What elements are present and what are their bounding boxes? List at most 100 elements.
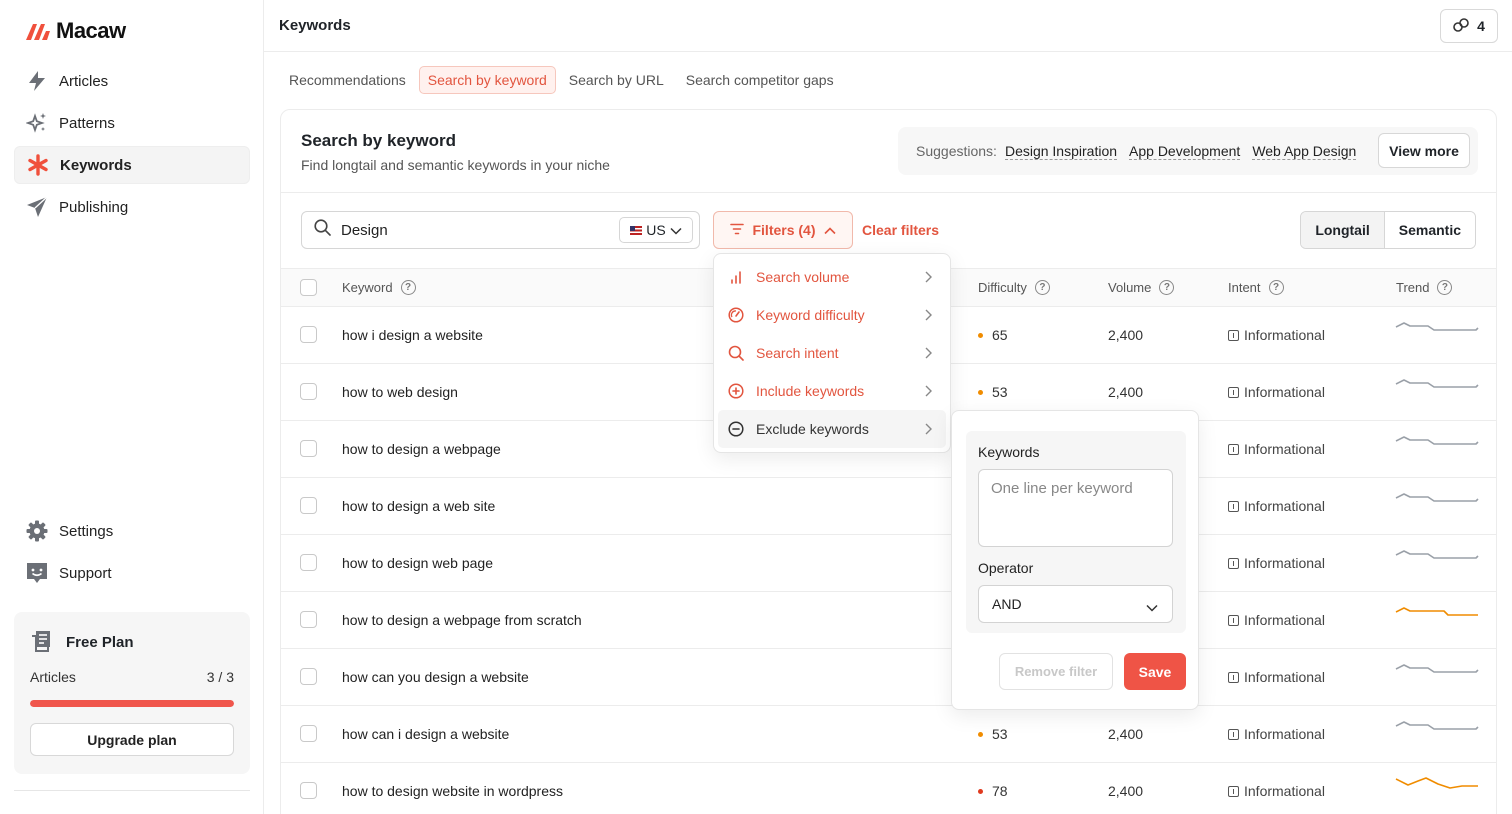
keyword-cell[interactable]: how can you design a website bbox=[342, 669, 529, 685]
filters-button[interactable]: Filters (4) bbox=[713, 211, 853, 249]
table-row[interactable]: how to design website in wordpress 78 2,40… bbox=[281, 763, 1496, 814]
sidebar-item-publishing[interactable]: Publishing bbox=[14, 188, 250, 226]
keyword-cell[interactable]: how to design website in wordpress bbox=[342, 783, 563, 799]
sidebar-item-settings[interactable]: Settings bbox=[14, 512, 250, 550]
longtail-button[interactable]: Longtail bbox=[1301, 212, 1385, 248]
keyword-cell[interactable]: how to design a webpage bbox=[342, 441, 501, 457]
keyword-cell[interactable]: how to design a web site bbox=[342, 498, 495, 514]
trend-sparkline bbox=[1395, 493, 1479, 502]
intent-cell: Informational bbox=[1228, 783, 1325, 799]
keyword-cell[interactable]: how to design a webpage from scratch bbox=[342, 612, 582, 628]
filter-label: Exclude keywords bbox=[756, 421, 869, 437]
sidebar-item-articles[interactable]: Articles bbox=[14, 62, 250, 100]
table-row[interactable]: how can i design a website 53 2,400 Informa… bbox=[281, 706, 1496, 763]
filter-search-intent[interactable]: Search intent bbox=[718, 334, 946, 372]
search-icon bbox=[314, 219, 331, 241]
row-checkbox[interactable] bbox=[300, 497, 317, 514]
column-label: Trend bbox=[1396, 280, 1430, 295]
column-keyword[interactable]: Keyword? bbox=[342, 280, 416, 295]
info-square-icon bbox=[1228, 728, 1239, 740]
help-icon[interactable]: ? bbox=[1034, 280, 1050, 295]
column-trend[interactable]: Trend? bbox=[1396, 280, 1453, 295]
row-checkbox[interactable] bbox=[300, 554, 317, 571]
table-row[interactable]: how to design web page Informational bbox=[281, 535, 1496, 592]
card-subtitle: Find longtail and semantic keywords in y… bbox=[301, 157, 610, 173]
keyword-cell[interactable]: how to web design bbox=[342, 384, 458, 400]
table-row[interactable]: how to design a web site Informational bbox=[281, 478, 1496, 535]
save-button[interactable]: Save bbox=[1124, 653, 1186, 690]
plan-title: Free Plan bbox=[66, 634, 134, 651]
info-square-icon bbox=[1228, 443, 1239, 455]
tab-recommendations[interactable]: Recommendations bbox=[280, 66, 415, 94]
row-checkbox[interactable] bbox=[300, 725, 317, 742]
filter-search-volume[interactable]: Search volume bbox=[718, 258, 946, 296]
filter-include-keywords[interactable]: Include keywords bbox=[718, 372, 946, 410]
table-row[interactable]: how can you design a website Informationa… bbox=[281, 649, 1496, 706]
intent-cell: Informational bbox=[1228, 726, 1325, 742]
intent-cell: Informational bbox=[1228, 441, 1325, 457]
plan-progress-bar bbox=[30, 700, 234, 707]
row-checkbox[interactable] bbox=[300, 668, 317, 685]
suggestion-link[interactable]: App Development bbox=[1129, 143, 1241, 160]
link-icon bbox=[1453, 17, 1469, 36]
suggestion-link[interactable]: Web App Design bbox=[1252, 143, 1357, 160]
row-checkbox[interactable] bbox=[300, 326, 317, 343]
logo[interactable]: Macaw bbox=[26, 18, 126, 44]
info-square-icon bbox=[1228, 329, 1239, 341]
sidebar-item-patterns[interactable]: Patterns bbox=[14, 104, 250, 142]
remove-filter-button[interactable]: Remove filter bbox=[999, 653, 1113, 690]
keyword-cell[interactable]: how can i design a website bbox=[342, 726, 509, 742]
tab-search-by-url[interactable]: Search by URL bbox=[560, 66, 673, 94]
volume-cell: 2,400 bbox=[1108, 726, 1144, 742]
country-code: US bbox=[646, 222, 666, 238]
row-checkbox[interactable] bbox=[300, 383, 317, 400]
keyword-cell[interactable]: how i design a website bbox=[342, 327, 483, 343]
upgrade-plan-button[interactable]: Upgrade plan bbox=[30, 723, 234, 756]
operator-label: Operator bbox=[978, 560, 1034, 576]
keywords-textarea[interactable]: One line per keyword bbox=[978, 469, 1173, 547]
help-icon[interactable]: ? bbox=[1159, 280, 1175, 295]
row-checkbox[interactable] bbox=[300, 440, 317, 457]
search-card: Search by keyword Find longtail and sema… bbox=[280, 109, 1497, 814]
help-icon[interactable]: ? bbox=[1268, 280, 1284, 295]
sidebar-item-keywords[interactable]: Keywords bbox=[14, 146, 250, 184]
sidebar-item-label: Keywords bbox=[60, 156, 132, 174]
difficulty-value: 78 bbox=[992, 783, 1008, 799]
trend-sparkline bbox=[1395, 436, 1479, 445]
semantic-button[interactable]: Semantic bbox=[1384, 212, 1475, 248]
country-select[interactable]: US bbox=[619, 217, 693, 243]
asterisk-icon bbox=[27, 154, 49, 176]
column-volume[interactable]: Volume? bbox=[1108, 280, 1175, 295]
column-difficulty[interactable]: Difficulty? bbox=[978, 280, 1050, 295]
view-more-button[interactable]: View more bbox=[1378, 133, 1470, 168]
intent-cell: Informational bbox=[1228, 669, 1325, 685]
keyword-cell[interactable]: how to design web page bbox=[342, 555, 493, 571]
row-checkbox[interactable] bbox=[300, 782, 317, 799]
trend-sparkline bbox=[1395, 664, 1479, 673]
support-icon bbox=[26, 562, 48, 584]
table-row[interactable]: how to design a webpage from scratch Info… bbox=[281, 592, 1496, 649]
intent-cell: Informational bbox=[1228, 327, 1325, 343]
help-icon[interactable]: ? bbox=[400, 280, 416, 295]
difficulty-dot bbox=[978, 389, 983, 395]
difficulty-dot bbox=[978, 788, 983, 794]
sidebar-item-support[interactable]: Support bbox=[14, 554, 250, 592]
tab-search-competitor-gaps[interactable]: Search competitor gaps bbox=[677, 66, 843, 94]
volume-cell: 2,400 bbox=[1108, 783, 1144, 799]
credits-button[interactable]: 4 bbox=[1440, 9, 1498, 43]
difficulty-value: 53 bbox=[992, 384, 1008, 400]
row-checkbox[interactable] bbox=[300, 611, 317, 628]
filter-exclude-keywords[interactable]: Exclude keywords bbox=[718, 410, 946, 448]
tab-search-by-keyword[interactable]: Search by keyword bbox=[418, 66, 556, 94]
search-input[interactable]: Design US bbox=[301, 211, 700, 249]
help-icon[interactable]: ? bbox=[1437, 280, 1453, 295]
operator-select[interactable]: AND bbox=[978, 585, 1173, 623]
column-intent[interactable]: Intent? bbox=[1228, 280, 1284, 295]
filter-keyword-difficulty[interactable]: Keyword difficulty bbox=[718, 296, 946, 334]
suggestion-link[interactable]: Design Inspiration bbox=[1004, 143, 1118, 160]
sidebar: Macaw Articles Patterns Keywords Publish… bbox=[0, 0, 264, 814]
column-label: Intent bbox=[1228, 280, 1261, 295]
select-all-checkbox[interactable] bbox=[300, 279, 317, 296]
gauge-icon bbox=[728, 307, 744, 323]
clear-filters-link[interactable]: Clear filters bbox=[862, 222, 939, 238]
